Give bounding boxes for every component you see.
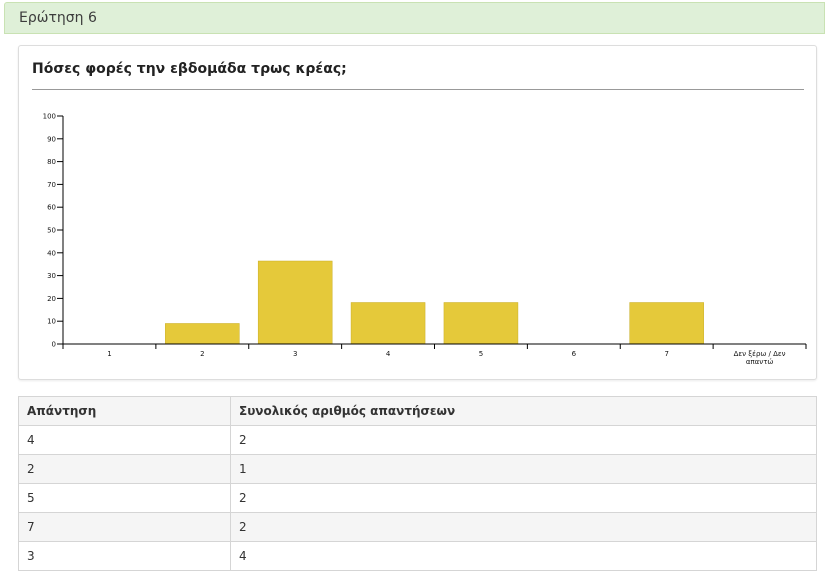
answer-cell: 3: [18, 541, 231, 571]
results-table: Απάντηση Συνολικός αριθμός απαντήσεων 4 …: [18, 396, 817, 571]
x-tick-label: 1: [107, 350, 111, 358]
count-cell: 4: [230, 541, 817, 571]
bar-5: [443, 302, 519, 345]
table-row: 5 2: [18, 483, 817, 513]
bar-2: [165, 323, 240, 345]
y-tick-label: 0: [52, 341, 56, 349]
table-row: 7 2: [18, 512, 817, 542]
table-row: 3 4: [18, 541, 817, 571]
x-tick-label: 5: [479, 350, 483, 358]
bar-7: [629, 302, 704, 345]
y-tick-label: 40: [47, 249, 56, 257]
x-tick-label: 7: [664, 350, 668, 358]
y-tick-label: 80: [47, 158, 56, 166]
y-tick-label: 10: [47, 318, 56, 326]
total-column-header: Συνολικός αριθμός απαντήσεων: [230, 396, 817, 426]
answer-cell: 4: [18, 425, 231, 455]
x-tick-label: Δεν ξέρω / Δεν απαντώ: [734, 350, 786, 366]
chart-panel: Πόσες φορές την εβδομάδα τρως κρέας; 0 10…: [18, 45, 817, 380]
count-cell: 1: [230, 454, 817, 484]
answer-cell: 5: [18, 483, 231, 513]
table-header-row: Απάντηση Συνολικός αριθμός απαντήσεων: [18, 396, 817, 426]
y-tick-label: 20: [47, 295, 56, 303]
question-title: Ερώτηση 6: [19, 10, 97, 26]
x-tick-label: 6: [572, 350, 577, 358]
y-tick-label: 60: [47, 204, 56, 212]
x-tick-label: 3: [293, 350, 297, 358]
count-cell: 2: [230, 512, 817, 542]
table-row: 4 2: [18, 425, 817, 455]
x-tick-label: 2: [200, 350, 204, 358]
y-tick-label: 70: [47, 181, 56, 189]
bar-chart: 0 10 20 30 40 50 60 70 80 90 100 1 2 3 4 5 6 7 Δεν ξέρω / …: [43, 113, 807, 366]
bar-3: [257, 260, 333, 345]
count-cell: 2: [230, 425, 817, 455]
table-row: 2 1: [18, 454, 817, 484]
question-header: Ερώτηση 6: [4, 2, 825, 34]
y-tick-label: 50: [47, 227, 56, 235]
answer-column-header: Απάντηση: [18, 396, 231, 426]
x-tick-label: 4: [386, 350, 391, 358]
answer-cell: 7: [18, 512, 231, 542]
y-tick-label: 100: [43, 113, 56, 121]
y-tick-label: 90: [47, 135, 56, 143]
count-cell: 2: [230, 483, 817, 513]
bar-4: [350, 302, 426, 345]
answer-cell: 2: [18, 454, 231, 484]
y-tick-label: 30: [47, 272, 56, 280]
